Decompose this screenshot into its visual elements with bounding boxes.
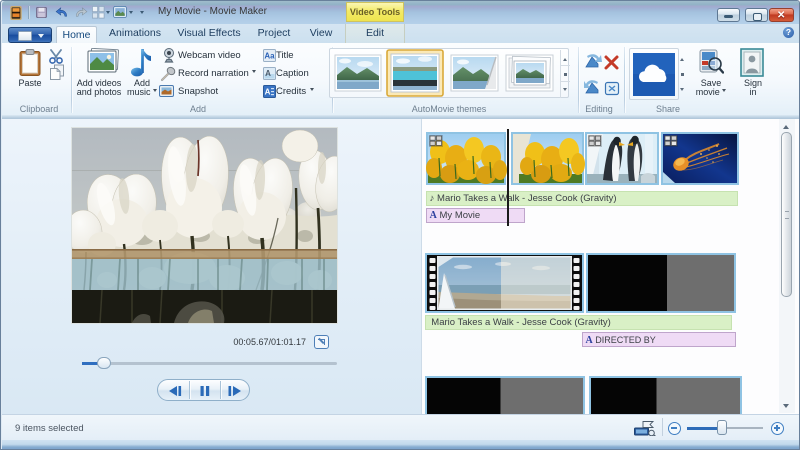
svg-text:A: A bbox=[265, 69, 271, 78]
svg-text:Aa: Aa bbox=[264, 52, 275, 61]
svg-text:A: A bbox=[265, 88, 271, 97]
